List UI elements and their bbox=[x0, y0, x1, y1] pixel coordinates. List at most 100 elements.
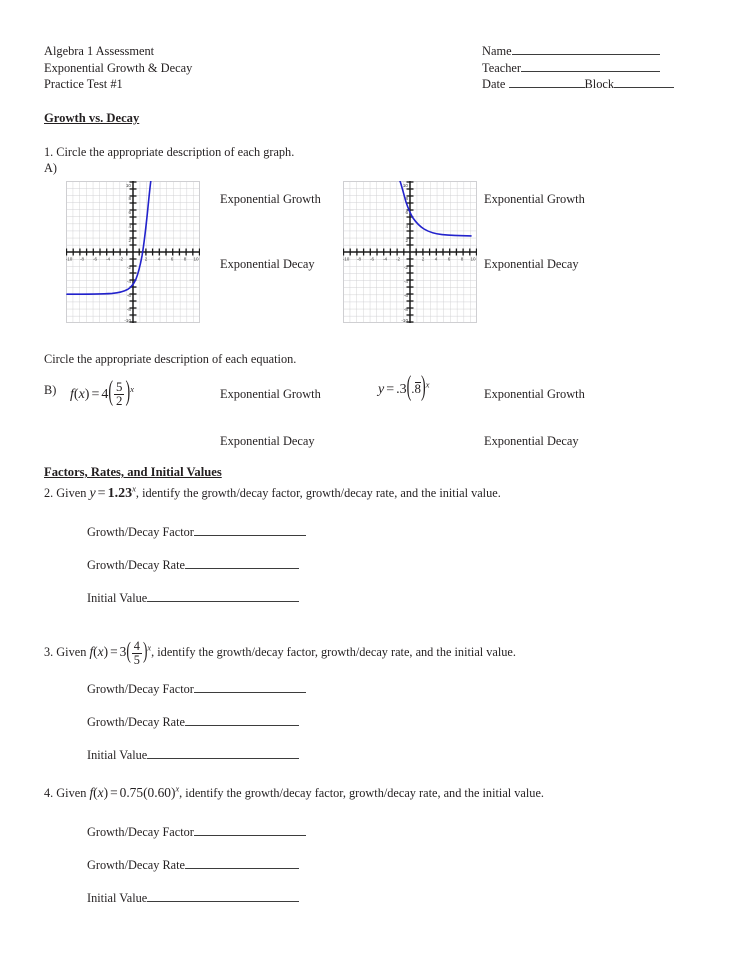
q1-part-a-label: A) bbox=[44, 161, 57, 175]
graph-left-svg: -10 -8 -6 -4 -2 2 4 6 8 10 10 8 6 4 2 -2 -4 -6 -8 -1… bbox=[66, 181, 200, 323]
svg-text:8: 8 bbox=[184, 257, 187, 262]
svg-text:-4: -4 bbox=[127, 279, 132, 284]
q1-graph-left-choice-growth[interactable]: Exponential Growth bbox=[220, 192, 321, 207]
eq-b2-exponent: x bbox=[425, 379, 430, 390]
q2-prompt-pre: 2. Given bbox=[44, 486, 90, 500]
eq-b1-coefficient: 4 bbox=[101, 386, 109, 402]
q3-blank-factor-line[interactable] bbox=[193, 681, 306, 693]
svg-text:-10: -10 bbox=[401, 318, 408, 323]
q3-blank-rate: Growth/Decay Rate bbox=[87, 714, 299, 730]
svg-text:4: 4 bbox=[128, 224, 131, 229]
q2-value: 1.23 bbox=[107, 486, 133, 501]
q3-blank-initial-label: Initial Value bbox=[87, 748, 148, 762]
svg-text:6: 6 bbox=[448, 257, 451, 262]
eq-b1-fraction: 52 bbox=[114, 380, 125, 409]
q4-blank-initial-label: Initial Value bbox=[87, 891, 148, 905]
q3-blank-factor-label: Growth/Decay Factor bbox=[87, 682, 194, 696]
q4-blank-factor: Growth/Decay Factor bbox=[87, 824, 306, 840]
eq-b1-equals: = bbox=[91, 386, 100, 402]
q1-graph-left-choice-decay[interactable]: Exponential Decay bbox=[220, 257, 315, 272]
teacher-blank[interactable] bbox=[521, 60, 661, 72]
graph-right-exponential-decay: -10 -8 -6 -4 -2 246 8 10 10 8 6 42 -2 -4 -6 -8 -1… bbox=[343, 181, 477, 323]
eq-b1-denominator: 2 bbox=[114, 394, 125, 409]
eq-b1-bracket-close: ) bbox=[125, 377, 131, 409]
q1-eq-b1-choice-decay[interactable]: Exponential Decay bbox=[220, 434, 315, 449]
q2-blank-factor-line[interactable] bbox=[193, 524, 306, 536]
q2-prompt-post: , identify the growth/decay factor, grow… bbox=[135, 486, 501, 500]
q4-blank-initial: Initial Value bbox=[87, 890, 300, 906]
q3-coefficient: 3 bbox=[119, 644, 127, 660]
q4-equals: = bbox=[110, 785, 118, 800]
svg-text:4: 4 bbox=[158, 257, 161, 262]
q4-equation: f(x) = 0.75(0.60)x bbox=[89, 785, 179, 801]
svg-text:6: 6 bbox=[171, 257, 174, 262]
q1-eq-b1-choice-growth[interactable]: Exponential Growth bbox=[220, 387, 321, 402]
q3-prompt-post: , identify the growth/decay factor, grow… bbox=[151, 645, 516, 660]
svg-text:-6: -6 bbox=[404, 293, 409, 298]
q4-base: 0.60 bbox=[147, 785, 171, 800]
svg-text:-2: -2 bbox=[396, 257, 401, 262]
q1-part-b-label: B) bbox=[44, 383, 57, 397]
q2-blank-initial-line[interactable] bbox=[147, 590, 300, 602]
date-blank[interactable] bbox=[508, 76, 585, 89]
q3-equation: f(x) = 3(4 5)x bbox=[89, 637, 151, 667]
document-header-fields: Name Teacher Date Block bbox=[482, 43, 675, 93]
q1-eq-b2-choice-growth[interactable]: Exponential Growth bbox=[484, 387, 585, 402]
q2-equation: y = 1.23x bbox=[89, 484, 135, 502]
svg-text:-2: -2 bbox=[119, 257, 124, 262]
q3-equals: = bbox=[110, 644, 118, 660]
svg-text:-6: -6 bbox=[370, 257, 375, 262]
q2-blank-factor: Growth/Decay Factor bbox=[87, 524, 306, 540]
eq-b1-numerator: 5 bbox=[116, 380, 123, 394]
q3-blank-rate-line[interactable] bbox=[185, 714, 299, 726]
teacher-label: Teacher bbox=[482, 60, 522, 75]
q2-blank-factor-label: Growth/Decay Factor bbox=[87, 525, 194, 539]
q3-blank-factor: Growth/Decay Factor bbox=[87, 681, 306, 697]
date-label: Date bbox=[482, 77, 509, 92]
q2-blank-rate-label: Growth/Decay Rate bbox=[87, 558, 185, 572]
graph-left-exponential-growth: -10 -8 -6 -4 -2 2 4 6 8 10 10 8 6 4 2 -2 -4 -6 -8 -1… bbox=[66, 181, 200, 323]
q1-equation-prompt: Circle the appropriate description of ea… bbox=[44, 352, 297, 366]
q1-graph-right-choice-decay[interactable]: Exponential Decay bbox=[484, 257, 579, 272]
q2-equals: = bbox=[97, 486, 106, 501]
q3-blank-initial-line[interactable] bbox=[147, 747, 300, 759]
q4-blank-rate-line[interactable] bbox=[185, 857, 299, 869]
q4-prompt: 4. Given f(x) = 0.75(0.60)x, identify the … bbox=[44, 785, 544, 801]
q4-blank-factor-line[interactable] bbox=[193, 824, 306, 836]
q3-denominator: 5 bbox=[131, 652, 142, 667]
q3-numerator: 4 bbox=[133, 639, 140, 653]
name-label: Name bbox=[482, 44, 512, 58]
q3-bracket-close: ) bbox=[142, 637, 148, 664]
q4-blank-factor-label: Growth/Decay Factor bbox=[87, 825, 194, 839]
svg-text:6: 6 bbox=[128, 210, 131, 215]
svg-text:4: 4 bbox=[435, 257, 438, 262]
svg-text:2: 2 bbox=[145, 257, 148, 262]
block-label: Block bbox=[584, 77, 615, 92]
block-blank[interactable] bbox=[614, 76, 675, 89]
q4-prompt-post: , identify the growth/decay factor, grow… bbox=[179, 786, 544, 800]
svg-text:-10: -10 bbox=[124, 318, 131, 323]
svg-text:10: 10 bbox=[126, 183, 132, 188]
svg-text:-4: -4 bbox=[106, 257, 111, 262]
svg-text:-8: -8 bbox=[80, 257, 85, 262]
svg-text:-8: -8 bbox=[404, 307, 409, 312]
q1-eq-b2-choice-decay[interactable]: Exponential Decay bbox=[484, 434, 579, 449]
q4-blank-initial-line[interactable] bbox=[147, 890, 300, 902]
svg-text:-2: -2 bbox=[127, 265, 132, 270]
q3-fraction: 45 bbox=[131, 639, 142, 667]
q3-prompt-pre: 3. Given bbox=[44, 645, 90, 660]
svg-text:2: 2 bbox=[422, 257, 425, 262]
svg-text:10: 10 bbox=[193, 257, 199, 262]
svg-text:4: 4 bbox=[405, 224, 408, 229]
name-blank[interactable] bbox=[511, 43, 660, 55]
q2-lhs: y bbox=[89, 486, 96, 501]
svg-text:-6: -6 bbox=[93, 257, 98, 262]
name-field-row: Name bbox=[482, 43, 674, 60]
q2-blank-initial: Initial Value bbox=[87, 590, 300, 606]
teacher-field-row: Teacher bbox=[482, 60, 674, 77]
svg-text:-10: -10 bbox=[343, 257, 350, 262]
q4-blank-rate: Growth/Decay Rate bbox=[87, 857, 299, 873]
q1-graph-right-choice-growth[interactable]: Exponential Growth bbox=[484, 192, 585, 207]
q2-blank-rate-line[interactable] bbox=[185, 557, 299, 569]
svg-text:10: 10 bbox=[403, 183, 409, 188]
